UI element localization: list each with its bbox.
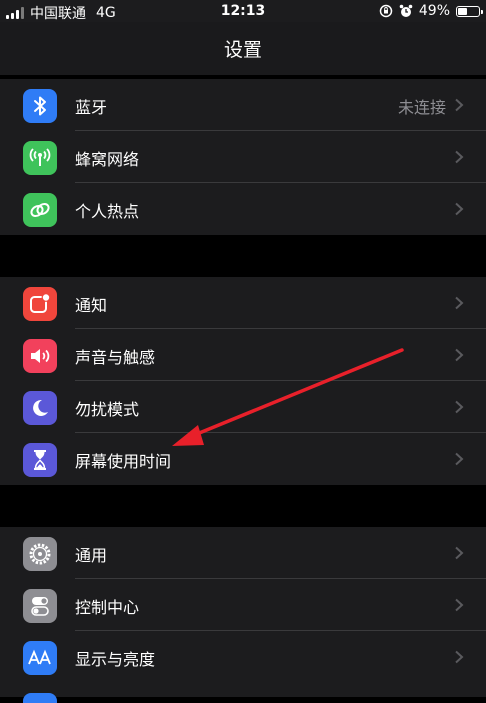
settings-group-notifications: 通知 声音与触感 勿扰模式 屏幕使用时间 [0, 277, 486, 485]
settings-row-label: 蓝牙 [75, 98, 108, 117]
chevron-right-icon [455, 202, 464, 216]
settings-group-general: 通用 控制中心 显示与亮度 [0, 527, 486, 703]
chevron-right-icon [455, 650, 464, 664]
settings-row-label: 声音与触感 [75, 348, 156, 367]
alarm-icon [399, 4, 413, 17]
bluetooth-icon [23, 89, 57, 123]
battery-icon [456, 5, 483, 17]
chevron-right-icon [455, 98, 464, 112]
hourglass-icon [23, 443, 57, 477]
chevron-right-icon [455, 348, 464, 362]
settings-group-connectivity: 蓝牙 未连接 蜂窝网络 个人热点 [0, 79, 486, 235]
settings-row-control-center[interactable]: 控制中心 [0, 579, 486, 631]
settings-row-display-brightness[interactable]: 显示与亮度 [0, 631, 486, 683]
cellular-antenna-icon [23, 141, 57, 175]
gear-icon [23, 537, 57, 571]
settings-row-do-not-disturb[interactable]: 勿扰模式 [0, 381, 486, 433]
chevron-right-icon [455, 598, 464, 612]
chevron-right-icon [455, 452, 464, 466]
settings-row-label: 控制中心 [75, 598, 140, 617]
settings-row-notifications[interactable]: 通知 [0, 277, 486, 329]
chevron-right-icon [455, 150, 464, 164]
text-size-icon [23, 641, 57, 675]
chevron-right-icon [455, 296, 464, 310]
navigation-bar: 设置 [0, 22, 486, 75]
status-bar: 中国联通 4G 12:13 49% [0, 0, 486, 22]
settings-row-label: 蜂窝网络 [75, 150, 140, 169]
battery-percent: 49% [418, 3, 450, 19]
hotspot-link-icon [23, 193, 57, 227]
settings-row-screen-time[interactable]: 屏幕使用时间 [0, 433, 486, 485]
moon-icon [23, 391, 57, 425]
page-title: 设置 [223, 39, 262, 61]
settings-row-general[interactable]: 通用 [0, 527, 486, 579]
notification-badge-icon [23, 287, 57, 321]
chevron-right-icon [455, 546, 464, 560]
toggles-icon [23, 589, 57, 623]
speaker-icon [23, 339, 57, 373]
settings-row-label: 通用 [75, 546, 108, 565]
settings-row-cellular[interactable]: 蜂窝网络 [0, 131, 486, 183]
chevron-right-icon [455, 400, 464, 414]
rotation-lock-icon [379, 4, 393, 18]
settings-row-sounds-haptics[interactable]: 声音与触感 [0, 329, 486, 381]
settings-row-personal-hotspot[interactable]: 个人热点 [0, 183, 486, 235]
settings-row-label: 个人热点 [75, 202, 140, 221]
settings-row-label: 屏幕使用时间 [75, 452, 172, 471]
settings-row-label: 显示与亮度 [75, 650, 156, 669]
settings-row-label: 勿扰模式 [75, 400, 140, 419]
bluetooth-status-value: 未连接 [397, 98, 446, 117]
settings-row-label: 通知 [75, 296, 108, 315]
settings-row-bluetooth[interactable]: 蓝牙 未连接 [0, 79, 486, 131]
